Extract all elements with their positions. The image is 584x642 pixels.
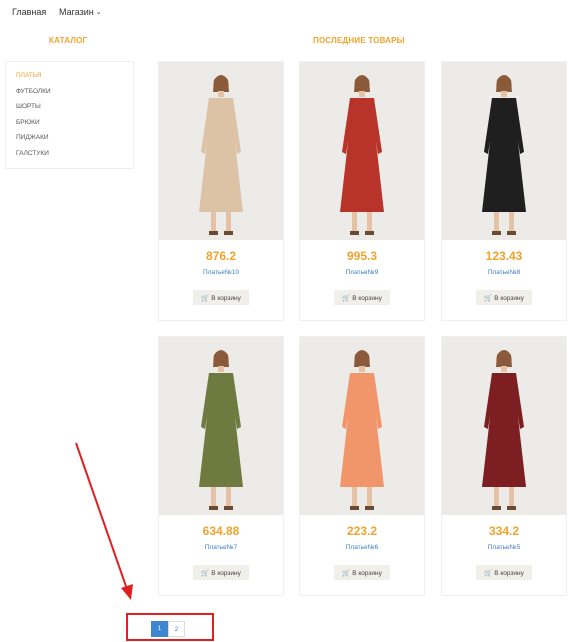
page-1-button[interactable]: 1	[151, 621, 168, 637]
page-2-button[interactable]: 2	[168, 621, 185, 637]
annotation-arrow	[75, 442, 133, 600]
